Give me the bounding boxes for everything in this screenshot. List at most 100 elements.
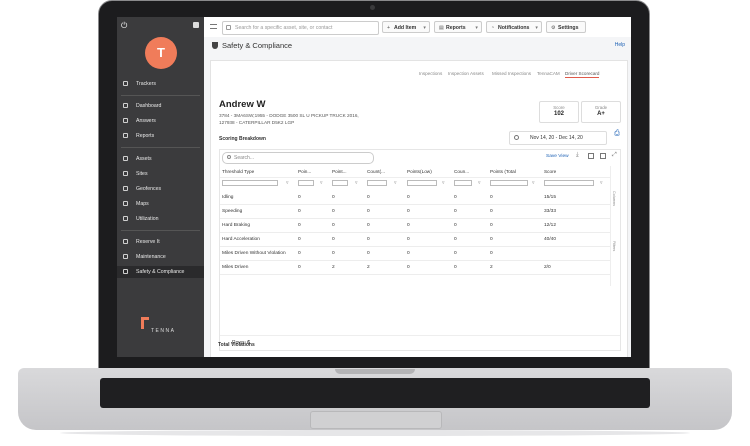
filter-icon[interactable]: ▿ (320, 180, 323, 186)
table-row[interactable]: Hard Braking 0 0 0 0 0 0 12/12 (220, 218, 610, 233)
cell: 0 (332, 251, 335, 256)
table-row[interactable]: Hard Acceleration 0 0 0 0 0 0 40/40 (220, 232, 610, 247)
filter-icon[interactable]: ▿ (286, 180, 289, 186)
column-header[interactable]: Points(Low) (407, 169, 432, 174)
chart-view-icon[interactable] (600, 153, 606, 159)
column-header[interactable]: Count(... (367, 169, 385, 174)
sidebar-item-reports[interactable]: Reports (117, 130, 204, 142)
total-violations-title: Total Violations (218, 342, 255, 348)
table-row[interactable]: Speeding 0 0 0 0 0 0 33/33 (220, 204, 610, 219)
filter-input[interactable] (367, 180, 387, 186)
sidebar-item-assets[interactable]: Assets (117, 153, 204, 165)
filter-input[interactable] (222, 180, 278, 186)
sidebar-item-maintenance[interactable]: Maintenance (117, 251, 204, 263)
cell: 0 (407, 237, 410, 242)
camera (370, 5, 375, 10)
tab-tennacam[interactable]: TennaCAM (537, 71, 560, 76)
chevron-down-icon: ▾ (423, 25, 426, 31)
scoring-breakdown-title: Scoring Breakdown (219, 136, 266, 142)
cell: 0 (454, 195, 457, 200)
date-range-picker[interactable]: Nov 14, 20 - Dec 14, 20 (509, 131, 607, 145)
column-header[interactable]: Threshold Type (222, 169, 254, 174)
filter-icon[interactable]: ▿ (442, 180, 445, 186)
sidebar-item-label: Sites (136, 171, 148, 177)
filters-panel-tab[interactable]: Filters (612, 241, 616, 251)
cell-score: 2/0 (544, 265, 551, 270)
filter-icon[interactable]: ▿ (394, 180, 397, 186)
cell: 0 (490, 223, 493, 228)
filter-icon[interactable]: ▿ (355, 180, 358, 186)
sidebar-item-maps[interactable]: Maps (117, 198, 204, 210)
score-value: 102 (553, 111, 564, 117)
sidebar-item-reserve-it[interactable]: Reserve It (117, 236, 204, 248)
global-search-input[interactable]: Search for a specific asset, site, or co… (222, 21, 379, 35)
sidebar-item-dashboard[interactable]: Dashboard (117, 100, 204, 112)
tab-inspection-assets[interactable]: Inspection Assets (448, 71, 484, 76)
tab-missed-inspections[interactable]: Missed Inspections (492, 71, 531, 76)
notifications-button[interactable]: ◔ Notifications ▾ (486, 21, 542, 33)
filter-input[interactable] (544, 180, 594, 186)
download-icon[interactable]: ⤓ (576, 152, 582, 158)
table-row[interactable]: Miles Driven Without Violation 0 0 0 0 0… (220, 246, 610, 261)
column-header[interactable]: Points (Total (490, 169, 516, 174)
cell: 0 (332, 209, 335, 214)
sidebar-item-geofences[interactable]: Geofences (117, 183, 204, 195)
cell-score: 33/33 (544, 209, 557, 214)
sidebar-item-label: Reports (136, 133, 155, 139)
cell-threshold-type: Idling (222, 195, 234, 200)
sidebar-item-answers[interactable]: Answers (117, 115, 204, 127)
sidebar-item-utilization[interactable]: Utilization (117, 213, 204, 225)
shield-icon (123, 269, 128, 274)
help-link[interactable]: Help (615, 42, 625, 48)
sidebar-item-label: Assets (136, 156, 152, 162)
tab-inspections[interactable]: Inspections (419, 71, 442, 76)
reports-button[interactable]: ▤ Reports ▾ (434, 21, 482, 33)
add-item-button[interactable]: + Add Item ▾ (382, 21, 430, 33)
column-header[interactable]: Score (544, 169, 556, 174)
avatar[interactable]: T (145, 37, 177, 69)
cell: 0 (490, 195, 493, 200)
column-header[interactable]: Coun... (454, 169, 469, 174)
tab-driver-scorecard[interactable]: Driver Scorecard (565, 71, 600, 78)
filter-input[interactable] (332, 180, 348, 186)
filter-input[interactable] (298, 180, 314, 186)
filter-input[interactable] (490, 180, 528, 186)
save-view-link[interactable]: Save View (546, 154, 569, 159)
settings-button[interactable]: ⚙ Settings (546, 21, 586, 33)
columns-icon[interactable] (588, 153, 594, 159)
column-header[interactable]: Poin... (298, 169, 311, 174)
print-icon[interactable]: ⎙ (611, 130, 623, 142)
grid-footer: Rows: 6 (220, 335, 620, 350)
trackpad (310, 411, 442, 429)
sidebar-item-label: Utilization (136, 216, 159, 222)
table-row[interactable]: Miles Driven 0 2 2 0 0 2 2/0 (220, 260, 610, 275)
grid-search-input[interactable]: Search... (222, 152, 374, 164)
filter-icon[interactable]: ▿ (532, 180, 535, 186)
filter-icon[interactable]: ▿ (478, 180, 481, 186)
power-icon[interactable]: ⏻ (121, 21, 127, 31)
cell-threshold-type: Hard Braking (222, 223, 250, 228)
column-header[interactable]: Point... (332, 169, 347, 174)
columns-panel-tab[interactable]: Columns (612, 191, 616, 206)
cell-threshold-type: Miles Driven Without Violation (222, 251, 286, 256)
filter-icon[interactable]: ▿ (600, 180, 603, 186)
table-row[interactable]: Idling 0 0 0 0 0 0 15/15 (220, 190, 610, 205)
expand-icon[interactable]: ⤢ (612, 152, 618, 158)
filter-input[interactable] (407, 180, 437, 186)
cell: 2 (490, 265, 493, 270)
laptop-frame: ⏻ T Trackers Dashboard Answers Reports A… (0, 0, 750, 446)
cell: 0 (298, 237, 301, 242)
sidebar-item-trackers[interactable]: Trackers (117, 78, 204, 90)
pin-toggle-icon[interactable] (193, 22, 199, 28)
sidebar-item-sites[interactable]: Sites (117, 168, 204, 180)
assets-icon (123, 156, 128, 161)
dashboard-icon (123, 103, 128, 108)
button-label: Notifications (498, 25, 530, 31)
sidebar-item-safety-compliance[interactable]: Safety & Compliance (117, 266, 204, 278)
cell-score: 40/40 (544, 237, 557, 242)
cell: 0 (367, 251, 370, 256)
driver-assets-line1: 3784 - 3MA6SW;1955 - DODGE 3500 SL U PIC… (219, 113, 359, 118)
filter-input[interactable] (454, 180, 472, 186)
pin-icon (123, 171, 128, 176)
menu-icon[interactable] (210, 24, 217, 29)
